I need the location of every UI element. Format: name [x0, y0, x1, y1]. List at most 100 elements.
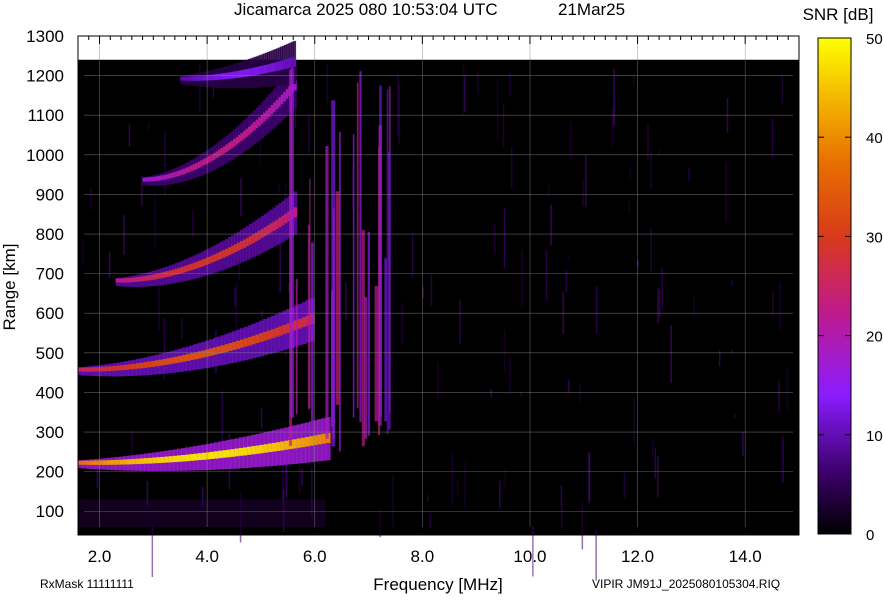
y-tick-label: 1000 — [26, 146, 64, 165]
footer-rxmask: RxMask 11111111 — [40, 577, 134, 591]
noise-streak — [595, 530, 597, 581]
noise-streak — [240, 178, 242, 217]
y-tick-label: 1200 — [26, 67, 64, 86]
noise-streak — [509, 357, 511, 394]
y-axis-label: Range [km] — [0, 244, 19, 331]
noise-streak — [494, 224, 496, 253]
noise-streak — [650, 228, 652, 272]
spread-echo — [290, 67, 294, 418]
spread-echo — [374, 286, 379, 422]
noise-streak — [429, 513, 432, 529]
spread-echo — [388, 151, 391, 430]
spread-echo — [364, 297, 368, 439]
noise-streak — [771, 118, 774, 158]
y-tick-label: 1300 — [26, 27, 64, 46]
noise-streak — [285, 183, 287, 190]
ionogram-chart: Jicamarca 2025 080 10:53:04 UTC 21Mar25 … — [0, 0, 884, 595]
y-tick-label: 1100 — [27, 106, 64, 125]
colorbar-tick-label: 0 — [866, 527, 874, 544]
noise-streak — [279, 234, 281, 293]
noise-streak — [397, 74, 399, 136]
spread-echo — [335, 191, 340, 405]
noise-streak — [632, 74, 635, 86]
noise-streak — [464, 462, 466, 508]
x-tick-label: 12.0 — [621, 547, 654, 566]
y-tick-label: 400 — [36, 383, 64, 402]
spread-echo — [295, 279, 298, 415]
noise-streak — [658, 149, 660, 157]
noise-streak — [657, 456, 659, 497]
noise-streak — [234, 288, 236, 306]
colorbar-label: SNR [dB] — [803, 5, 874, 24]
chart-title: Jicamarca 2025 080 10:53:04 UTC — [234, 0, 498, 19]
noise-streak — [511, 147, 513, 189]
noise-streak — [345, 282, 347, 320]
noise-streak — [456, 481, 459, 497]
noise-streak — [260, 407, 263, 429]
x-axis-label: Frequency [MHz] — [373, 575, 502, 594]
noise-streak — [521, 250, 523, 307]
noise-streak — [503, 329, 506, 373]
low-range-noise — [78, 499, 326, 528]
noise-streak — [567, 379, 570, 394]
y-tick-label: 900 — [36, 185, 64, 204]
x-tick-label: 2.0 — [88, 547, 112, 566]
noise-streak — [221, 391, 224, 444]
noise-streak — [108, 251, 111, 279]
noise-streak — [496, 79, 499, 139]
noise-streak — [181, 317, 183, 340]
noise-streak — [731, 280, 733, 286]
noise-streak — [123, 214, 125, 256]
noise-streak — [547, 184, 550, 197]
y-tick-label: 500 — [36, 344, 64, 363]
noise-streak — [90, 187, 92, 210]
noise-streak — [430, 274, 433, 306]
noise-streak — [128, 124, 131, 148]
noise-streak — [545, 249, 548, 301]
colorbar-tick-label: 10 — [866, 428, 883, 445]
colorbar — [817, 37, 852, 535]
noise-streak — [726, 98, 729, 133]
spread-echo — [384, 258, 387, 422]
noise-streak — [499, 480, 501, 509]
colorbar-tick-label: 40 — [866, 130, 883, 147]
noise-streak — [579, 384, 581, 404]
noise-streak — [657, 287, 659, 323]
spread-echo — [367, 231, 370, 436]
noise-streak — [693, 294, 695, 318]
footer-filename: VIPIR JM91J_2025080105304.RIQ — [592, 577, 780, 591]
noise-streak — [779, 282, 781, 331]
noise-streak — [451, 452, 454, 504]
heatmap-layer — [78, 36, 799, 581]
noise-streak — [588, 452, 591, 504]
noise-streak — [734, 413, 736, 419]
noise-streak — [595, 286, 598, 334]
noise-streak — [569, 121, 572, 159]
x-tick-label: 4.0 — [195, 547, 219, 566]
noise-streak — [503, 208, 506, 268]
noise-streak — [613, 69, 615, 126]
spread-echo — [311, 242, 314, 422]
x-tick-label: 6.0 — [303, 547, 327, 566]
spread-echo — [378, 125, 382, 426]
noise-streak — [781, 75, 783, 103]
noise-streak — [238, 263, 240, 280]
y-tick-label: 600 — [36, 304, 64, 323]
noise-streak — [786, 367, 789, 411]
noise-streak — [382, 262, 385, 271]
noise-streak — [154, 194, 156, 249]
y-tick-label: 100 — [36, 502, 64, 521]
noise-streak — [633, 397, 635, 443]
colorbar-tick-label: 30 — [866, 229, 883, 246]
noise-streak — [562, 291, 564, 334]
noise-streak — [82, 238, 84, 265]
noise-streak — [308, 115, 310, 154]
noise-streak — [192, 210, 194, 237]
noise-streak — [158, 283, 160, 331]
noise-streak — [199, 63, 201, 112]
spread-echo — [309, 178, 311, 408]
noise-streak — [561, 501, 563, 529]
chart-date-label: 21Mar25 — [558, 0, 625, 19]
noise-streak — [164, 132, 166, 196]
noise-streak — [652, 439, 654, 457]
